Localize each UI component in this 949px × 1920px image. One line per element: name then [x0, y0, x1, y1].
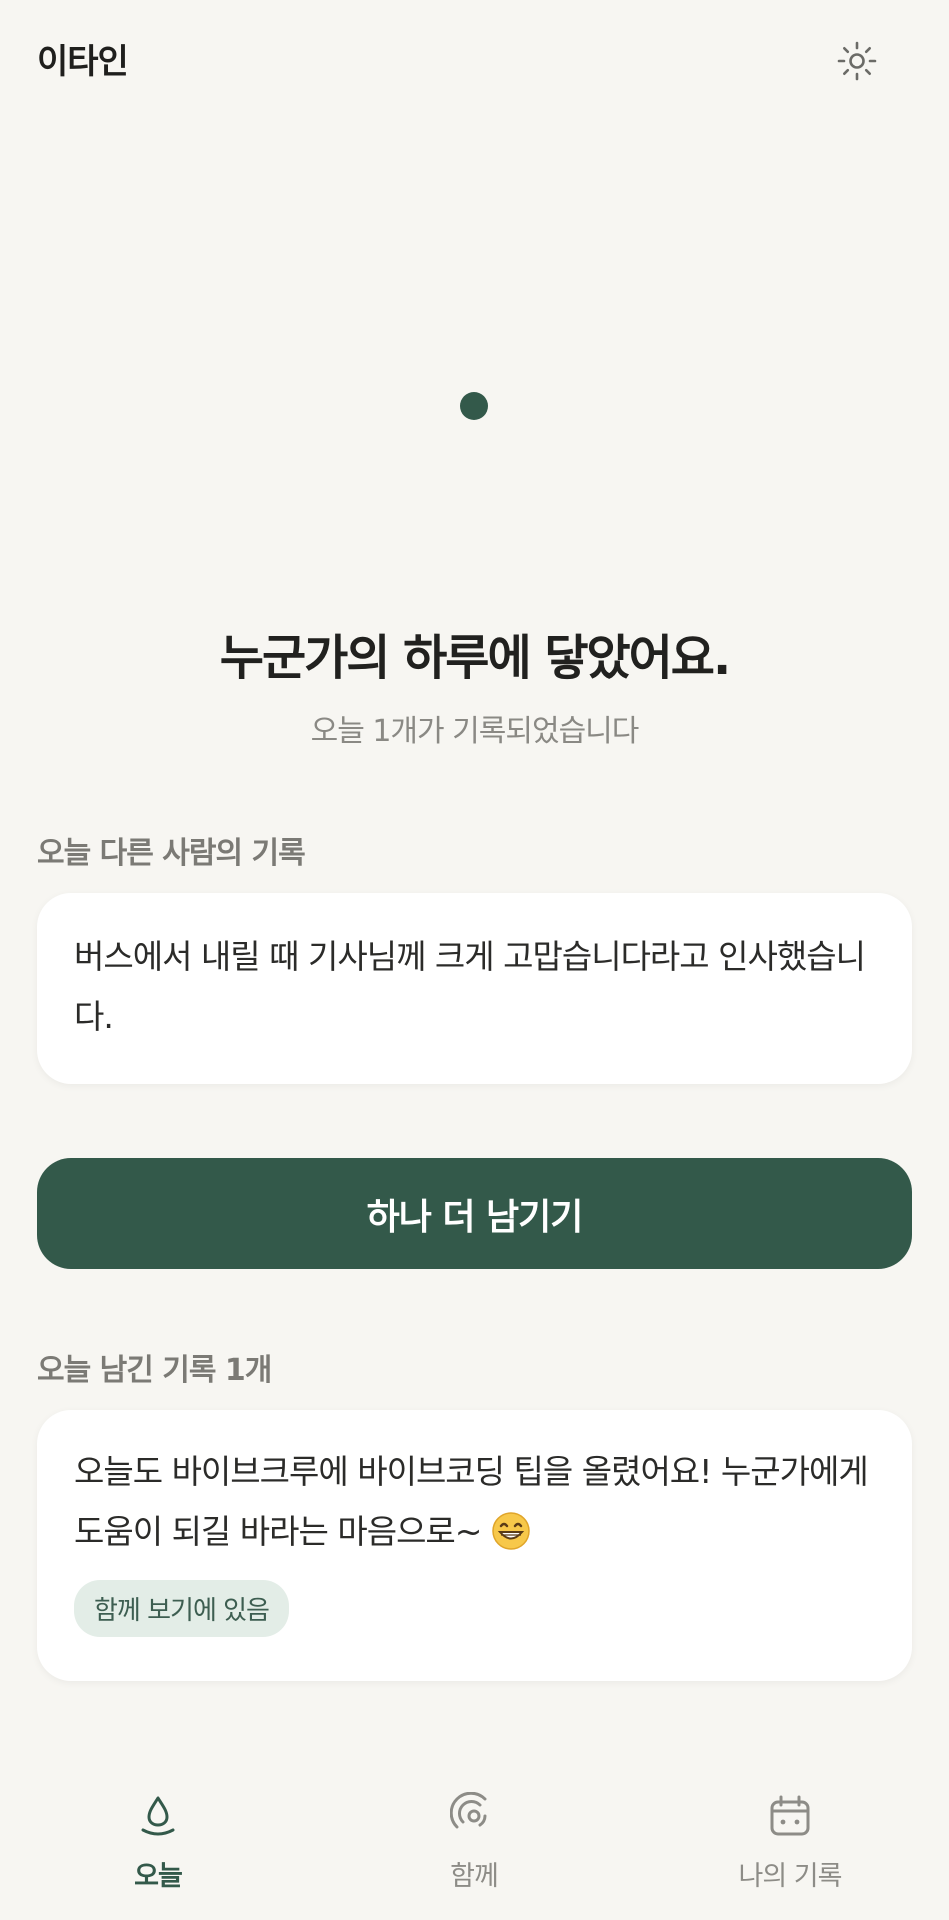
others-section-label: 오늘 다른 사람의 기록 — [37, 836, 306, 871]
grin-emoji-icon — [492, 1512, 530, 1550]
sun-icon — [837, 41, 877, 81]
my-record-text: 오늘도 바이브크루에 바이브코딩 팁을 올렸어요! 누군가에게 도움이 되길 바… — [74, 1452, 869, 1551]
nav-label-today: 오늘 — [134, 1861, 183, 1892]
calendar-icon — [770, 1795, 810, 1836]
add-another-button[interactable]: 하나 더 남기기 — [37, 1158, 912, 1269]
shared-status-badge: 함께 보기에 있음 — [74, 1580, 289, 1637]
theme-toggle-button[interactable] — [832, 36, 882, 86]
header: 이타인 — [0, 0, 949, 120]
drop-icon — [141, 1796, 175, 1836]
others-record-card: 버스에서 내릴 때 기사님께 크게 고맙습니다라고 인사했습니다. — [37, 893, 912, 1084]
nav-label-together: 함께 — [450, 1861, 499, 1892]
hero-subtitle: 오늘 1개가 기록되었습니다 — [310, 714, 640, 749]
nav-label-my-records: 나의 기록 — [738, 1861, 843, 1892]
bottom-nav: 오늘 함께 나의 기록 — [0, 1760, 949, 1920]
nav-item-my-records[interactable]: 나의 기록 — [690, 1760, 890, 1910]
hero-title: 누군가의 하루에 닿았어요. — [219, 630, 731, 686]
my-record-card[interactable]: 오늘도 바이브크루에 바이브코딩 팁을 올렸어요! 누군가에게 도움이 되길 바… — [37, 1410, 912, 1681]
others-record-text: 버스에서 내릴 때 기사님께 크게 고맙습니다라고 인사했습니다. — [74, 937, 866, 1036]
add-another-button-label: 하나 더 남기기 — [366, 1196, 584, 1238]
status-dot — [460, 392, 488, 420]
app-title: 이타인 — [37, 42, 129, 82]
app-screen: 이타인 누군가의 하루에 닿았어요. 오늘 1개가 기록되었습니다 오늘 다른 … — [0, 0, 949, 1920]
nav-item-together[interactable]: 함께 — [374, 1760, 574, 1910]
my-record-text-wrap: 오늘도 바이브크루에 바이브코딩 팁을 올렸어요! 누군가에게 도움이 되길 바… — [74, 1442, 875, 1562]
nav-item-today[interactable]: 오늘 — [58, 1760, 258, 1910]
signal-icon — [450, 1792, 487, 1829]
my-section-label: 오늘 남긴 기록 1개 — [37, 1353, 272, 1388]
